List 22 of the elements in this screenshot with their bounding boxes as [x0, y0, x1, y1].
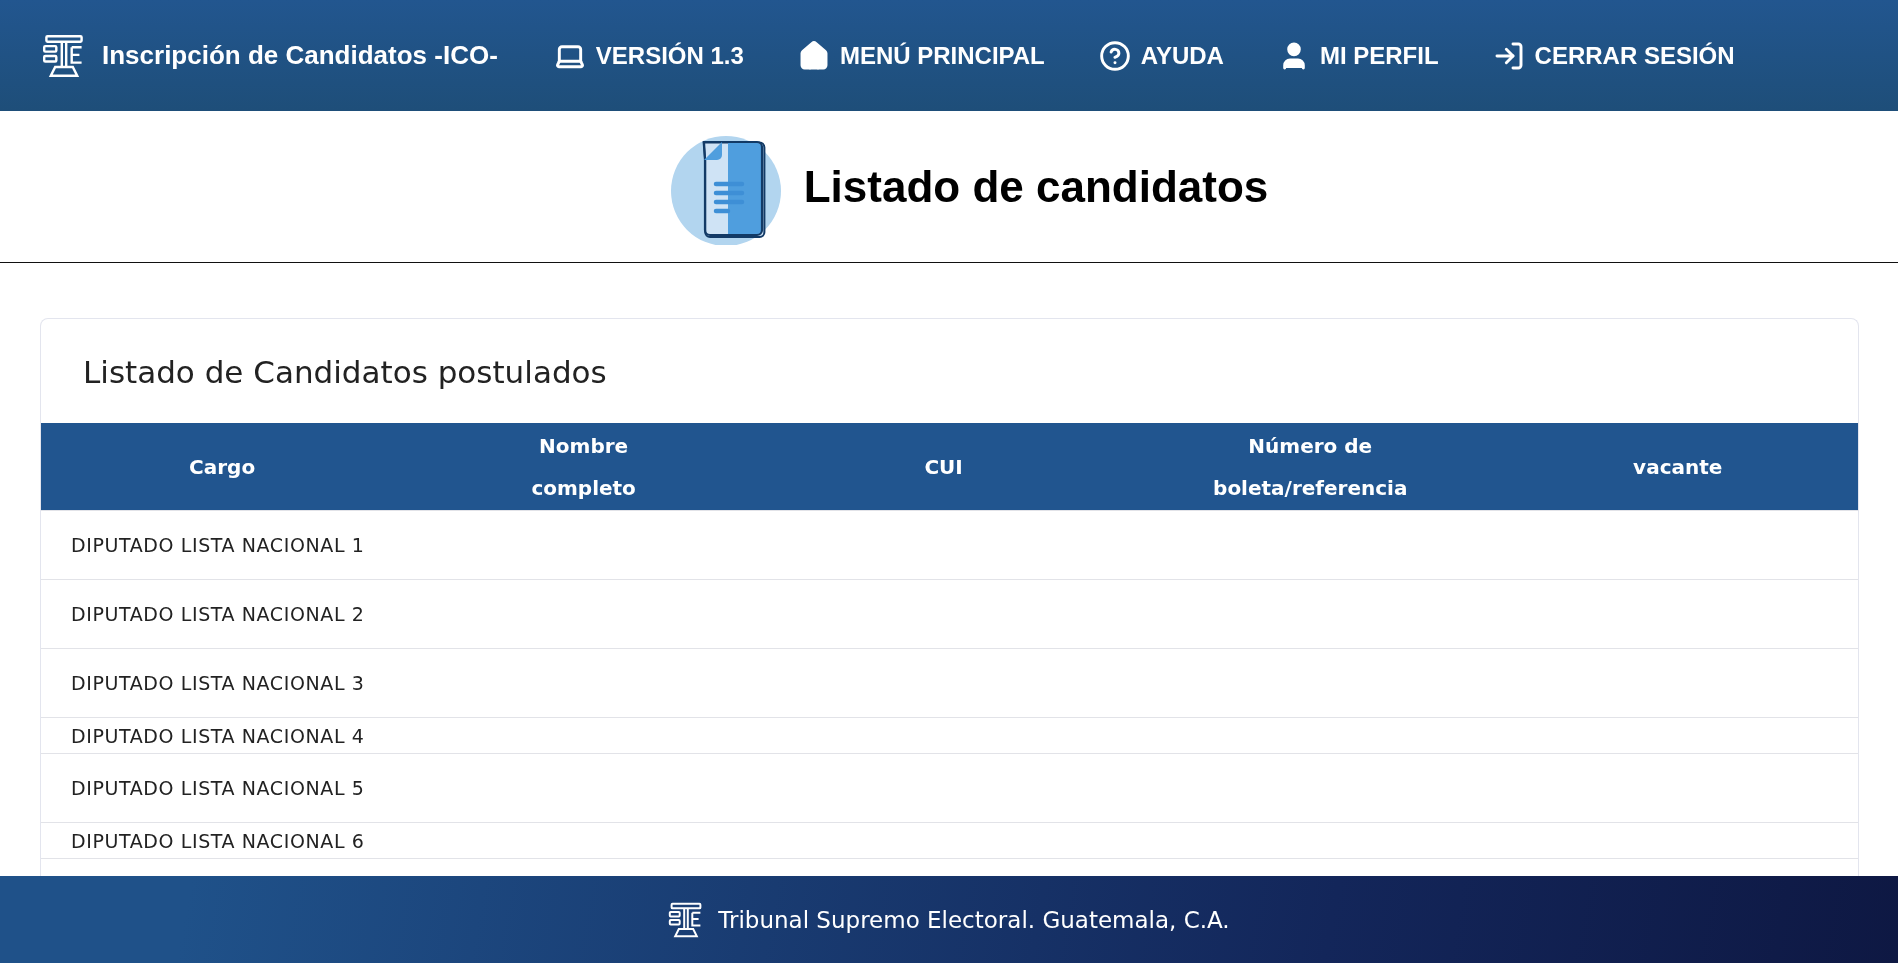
column-header: Nombre completo [403, 423, 765, 511]
table-cell: DIPUTADO LISTA NACIONAL 6 [41, 822, 404, 859]
column-header: vacante [1497, 423, 1858, 511]
card-title: Listado de Candidatos postulados [82, 353, 608, 392]
nav-link[interactable]: MI PERFIL [1277, 39, 1439, 72]
column-header: Número de boleta/referencia [1123, 423, 1498, 511]
table-cell: DIPUTADO LISTA NACIONAL 1 [41, 510, 404, 580]
nav-link[interactable]: MENÚ PRINCIPAL [797, 39, 1045, 72]
column-header: Cargo [41, 423, 404, 511]
page-title: Listado de candidatos [803, 161, 1269, 212]
help-icon [1098, 39, 1131, 72]
table-cell: DIPUTADO LISTA NACIONAL 3 [41, 648, 404, 718]
table-cell: DIPUTADO LISTA NACIONAL 2 [41, 579, 404, 649]
table-cell: DIPUTADO LISTA NACIONAL 4 [41, 717, 404, 754]
column-header: CUI [764, 423, 1124, 511]
tse-logo-icon [42, 33, 86, 78]
app-title: Inscripción de Candidatos -ICO- [102, 40, 498, 71]
table-cell: DIPUTADO LISTA NACIONAL 5 [41, 753, 404, 823]
footer-text: Tribunal Supremo Electoral. Guatemala, C.A. [718, 906, 1230, 933]
nav-link[interactable]: CERRAR SESIÓN [1492, 39, 1735, 72]
nav-link[interactable]: VERSIÓN 1.3 [553, 39, 744, 72]
nav-link[interactable]: AYUDA [1098, 39, 1224, 72]
